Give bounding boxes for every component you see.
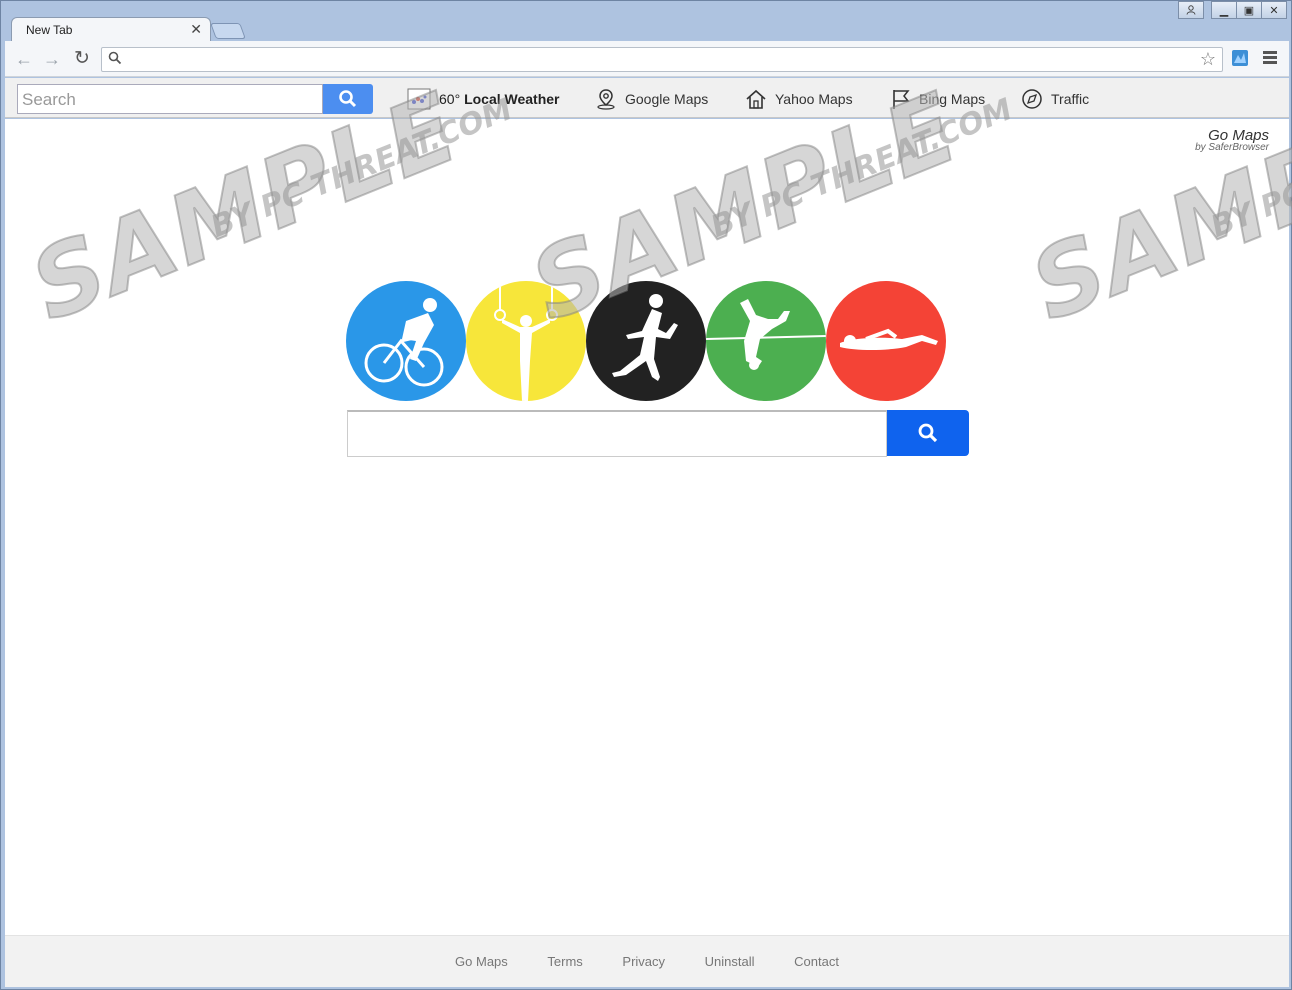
back-arrow-icon[interactable]: ← (13, 49, 35, 70)
toolbar-search-button[interactable] (323, 84, 373, 114)
new-tab-button[interactable] (210, 23, 246, 39)
weather-radar-icon (407, 88, 431, 110)
traffic-link[interactable]: Traffic (1021, 88, 1089, 110)
footer-link-go-maps[interactable]: Go Maps (455, 954, 508, 969)
user-profile-icon[interactable] (1178, 1, 1204, 19)
google-maps-link[interactable]: Google Maps (595, 88, 708, 110)
footer-link-uninstall[interactable]: Uninstall (705, 954, 755, 969)
gymnastics-ring (466, 281, 586, 401)
map-pin-icon (597, 89, 615, 110)
window-controls: ▁ ▣ ✕ (1178, 1, 1287, 19)
weather-temperature: 60° (439, 91, 461, 107)
menu-icon[interactable] (1263, 51, 1277, 66)
toolbar-search-input[interactable]: Search (17, 84, 323, 114)
search-icon (339, 90, 357, 108)
swimming-ring (826, 281, 946, 401)
yahoo-maps-link[interactable]: Yahoo Maps (745, 88, 853, 110)
weather-label: Local Weather (464, 91, 560, 107)
yahoo-maps-label: Yahoo Maps (775, 91, 853, 107)
maximize-icon[interactable]: ▣ (1236, 1, 1262, 19)
bing-maps-link[interactable]: Bing Maps (891, 88, 985, 110)
runner-icon (612, 294, 678, 381)
footer-link-privacy[interactable]: Privacy (622, 954, 665, 969)
main-search-button[interactable] (887, 410, 969, 456)
high-jump-ring (706, 281, 826, 401)
page-footer: Go Maps Terms Privacy Uninstall Contact (5, 935, 1289, 987)
browser-window: New Tab ✕ ▁ ▣ ✕ ← → ↻ ☆ Search 60° Local… (0, 0, 1292, 990)
swimmer-icon (840, 328, 938, 350)
footer-link-terms[interactable]: Terms (547, 954, 582, 969)
home-icon (746, 89, 766, 109)
running-ring (586, 281, 706, 401)
sports-rings (346, 281, 946, 403)
tab-strip: New Tab ✕ ▁ ▣ ✕ (1, 1, 1292, 43)
go-maps-logo: Go Maps by SaferBrowser (1195, 127, 1269, 153)
flag-icon (893, 90, 910, 109)
tab-close-icon[interactable]: ✕ (190, 21, 202, 38)
compass-icon (1022, 89, 1042, 109)
search-icon (108, 51, 122, 65)
cyclist-icon (364, 298, 444, 387)
traffic-label: Traffic (1051, 91, 1090, 107)
extension-toolbar: Search 60° Local Weather Google Maps Yah… (5, 78, 1289, 118)
forward-arrow-icon[interactable]: → (41, 49, 63, 70)
google-maps-label: Google Maps (625, 91, 709, 107)
main-search-input[interactable] (347, 410, 887, 457)
minimize-icon[interactable]: ▁ (1211, 1, 1237, 19)
weather-widget[interactable]: 60° Local Weather (407, 88, 560, 110)
brand-subtitle: by SaferBrowser (1195, 142, 1269, 153)
gymnast-icon (494, 281, 558, 401)
bing-maps-label: Bing Maps (919, 91, 986, 107)
page-content: Go Maps by SaferBrowser (5, 119, 1289, 935)
footer-links: Go Maps Terms Privacy Uninstall Contact (5, 954, 1289, 969)
bookmark-star-icon[interactable]: ☆ (1200, 49, 1216, 70)
browser-toolbar: ← → ↻ ☆ (5, 41, 1289, 77)
extension-icon[interactable] (1231, 49, 1249, 67)
search-icon (918, 423, 938, 443)
tab-new-tab[interactable]: New Tab ✕ (11, 17, 211, 43)
tab-title: New Tab (26, 23, 73, 37)
reload-icon[interactable]: ↻ (71, 47, 93, 70)
close-window-icon[interactable]: ✕ (1261, 1, 1287, 19)
address-bar[interactable]: ☆ (101, 47, 1223, 72)
cycling-ring (346, 281, 466, 401)
footer-link-contact[interactable]: Contact (794, 954, 839, 969)
high-jumper-icon (706, 299, 826, 370)
